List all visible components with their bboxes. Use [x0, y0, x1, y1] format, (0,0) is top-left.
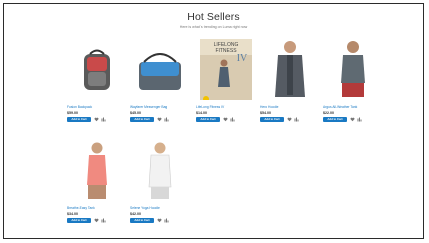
- product-price: $22.00: [323, 111, 334, 115]
- product-name[interactable]: Wayfarer Messenger Bag: [130, 105, 190, 109]
- product-image[interactable]: LIFELONG FITNESS IV: [196, 32, 256, 100]
- heart-icon[interactable]: [350, 117, 355, 122]
- heart-icon[interactable]: [223, 117, 228, 122]
- add-to-cart-button[interactable]: Add to Cart: [67, 117, 91, 122]
- compare-icon[interactable]: [230, 117, 235, 122]
- heart-icon[interactable]: [157, 117, 162, 122]
- section-subtitle: Here is what`s trending on Luma right no…: [179, 25, 248, 29]
- compare-icon[interactable]: [101, 117, 106, 122]
- compare-icon[interactable]: [164, 117, 169, 122]
- product-image[interactable]: [67, 138, 127, 202]
- compare-icon[interactable]: [357, 117, 362, 122]
- add-to-cart-button[interactable]: Add to Cart: [130, 117, 154, 122]
- product-image[interactable]: [260, 36, 320, 100]
- heart-icon[interactable]: [157, 218, 162, 223]
- product-price: $14.00: [196, 111, 207, 115]
- heart-icon[interactable]: [94, 218, 99, 223]
- compare-icon[interactable]: [164, 218, 169, 223]
- product-price: $54.00: [260, 111, 271, 115]
- product-name[interactable]: Argus All-Weather Tank: [323, 105, 383, 109]
- section-title: Hot Sellers: [187, 11, 240, 23]
- product-price: $59.00: [67, 111, 78, 115]
- hot-sellers-panel: Hot Sellers Here is what`s trending on L…: [3, 3, 424, 239]
- product-image[interactable]: [67, 42, 127, 100]
- product-name[interactable]: Fusion Backpack: [67, 105, 127, 109]
- product-name[interactable]: Selene Yoga Hoodie: [130, 206, 190, 210]
- compare-icon[interactable]: [101, 218, 106, 223]
- product-price: $45.00: [130, 111, 141, 115]
- product-name[interactable]: Hero Hoodie: [260, 105, 320, 109]
- add-to-cart-button[interactable]: Add to Cart: [323, 117, 347, 122]
- compare-icon[interactable]: [294, 117, 299, 122]
- add-to-cart-button[interactable]: Add to Cart: [130, 218, 154, 223]
- product-image[interactable]: [323, 36, 383, 100]
- heart-icon[interactable]: [287, 117, 292, 122]
- add-to-cart-button[interactable]: Add to Cart: [260, 117, 284, 122]
- product-price: $42.00: [130, 212, 141, 216]
- svg-text:FITNESS: FITNESS: [215, 48, 237, 54]
- product-image[interactable]: [130, 42, 190, 100]
- product-name[interactable]: Breathe-Easy Tank: [67, 206, 127, 210]
- add-to-cart-button[interactable]: Add to Cart: [196, 117, 220, 122]
- svg-text:IV: IV: [237, 53, 248, 64]
- product-name[interactable]: LifeLong Fitness IV: [196, 105, 256, 109]
- add-to-cart-button[interactable]: Add to Cart: [67, 218, 91, 223]
- heart-icon[interactable]: [94, 117, 99, 122]
- product-image[interactable]: [130, 138, 190, 202]
- product-price: $34.00: [67, 212, 78, 216]
